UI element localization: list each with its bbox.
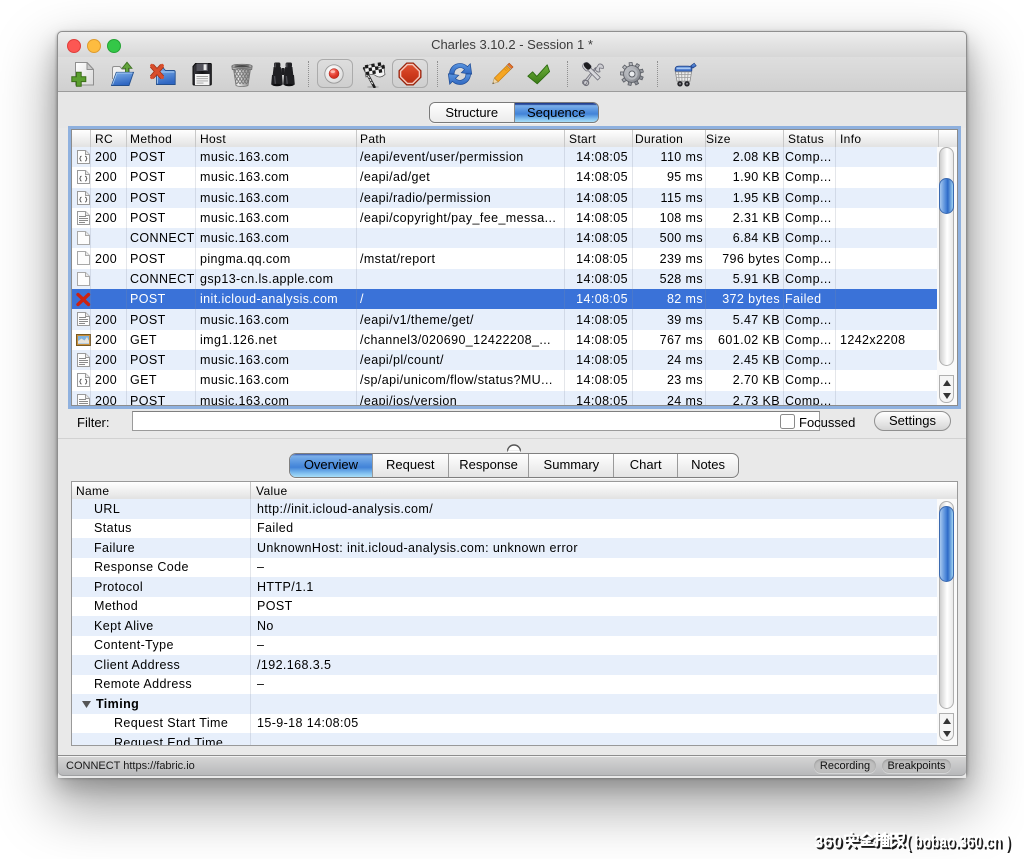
svg-text:( bobao.360.cn ): ( bobao.360.cn ) <box>906 832 1010 852</box>
svg-text:360: 360 <box>814 832 842 852</box>
